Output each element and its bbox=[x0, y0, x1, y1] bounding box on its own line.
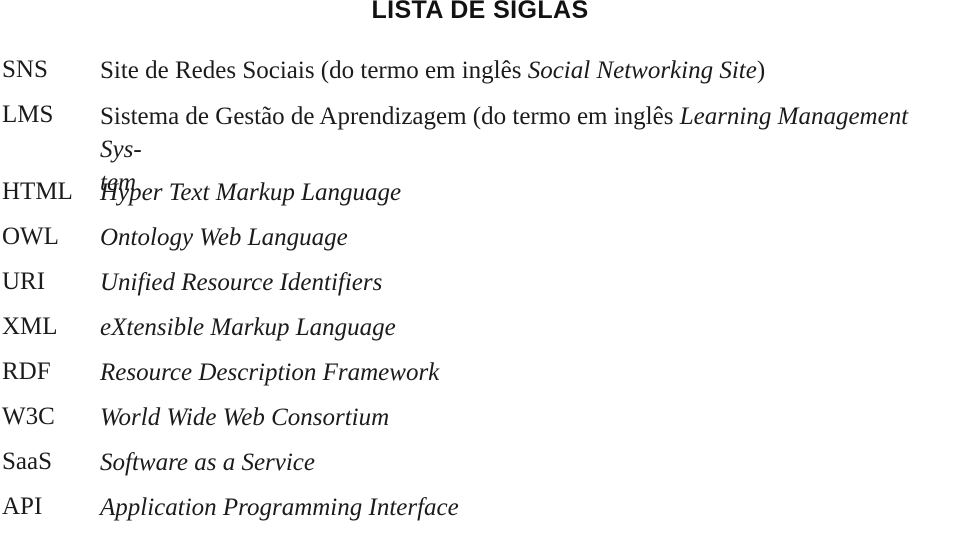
abbreviation-term: W3C bbox=[2, 403, 55, 430]
abbreviation-definition: Software as a Service bbox=[100, 449, 316, 476]
abbreviation-definition: Resource Description Framework bbox=[100, 359, 440, 386]
abbreviation-term: URI bbox=[2, 268, 46, 295]
document-page: LISTA DE SIGLAS SNS Site de Redes Sociai… bbox=[0, 0, 960, 521]
list-item: SNS Site de Redes Sociais (do termo em i… bbox=[0, 55, 960, 100]
abbreviation-term: LMS bbox=[2, 101, 54, 128]
list-item: W3C World Wide Web Consortium bbox=[0, 402, 960, 447]
definition-tail-text: ) bbox=[756, 57, 766, 84]
list-item: XML eXtensible Markup Language bbox=[0, 312, 960, 357]
page-title: LISTA DE SIGLAS bbox=[371, 0, 589, 24]
definition-lead-text: Sistema de Gestão de Aprendizagem (do te… bbox=[100, 103, 680, 130]
abbreviation-term: SaaS bbox=[2, 448, 52, 475]
abbreviation-term: HTML bbox=[2, 178, 73, 205]
abbreviation-list: SNS Site de Redes Sociais (do termo em i… bbox=[0, 55, 960, 537]
list-item: URI Unified Resource Identifiers bbox=[0, 267, 960, 312]
list-item: LMS Sistema de Gestão de Aprendizagem (d… bbox=[0, 100, 960, 196]
abbreviation-definition: Application Programming Interface bbox=[100, 494, 459, 521]
list-item: SaaS Software as a Service bbox=[0, 447, 960, 492]
abbreviation-term: OWL bbox=[2, 223, 59, 250]
definition-lead-text: Site de Redes Sociais (do termo em inglê… bbox=[100, 57, 528, 84]
abbreviation-term: XML bbox=[2, 313, 58, 340]
abbreviation-definition: Unified Resource Identifiers bbox=[100, 269, 383, 296]
list-item: API Application Programming Interface bbox=[0, 492, 960, 537]
abbreviation-term: SNS bbox=[2, 56, 48, 83]
abbreviation-definition: Site de Redes Sociais (do termo em inglê… bbox=[100, 55, 956, 86]
list-item: RDF Resource Description Framework bbox=[0, 357, 960, 402]
list-item: OWL Ontology Web Language bbox=[0, 222, 960, 267]
definition-english-term: Social Networking Site bbox=[527, 57, 757, 84]
abbreviation-definition: Hyper Text Markup Language bbox=[100, 179, 402, 206]
abbreviation-definition: World Wide Web Consortium bbox=[100, 404, 390, 431]
abbreviation-definition: Ontology Web Language bbox=[100, 224, 348, 251]
abbreviation-term: RDF bbox=[2, 358, 51, 385]
abbreviation-definition: eXtensible Markup Language bbox=[100, 314, 396, 341]
list-item: HTML Hyper Text Markup Language bbox=[0, 177, 960, 222]
